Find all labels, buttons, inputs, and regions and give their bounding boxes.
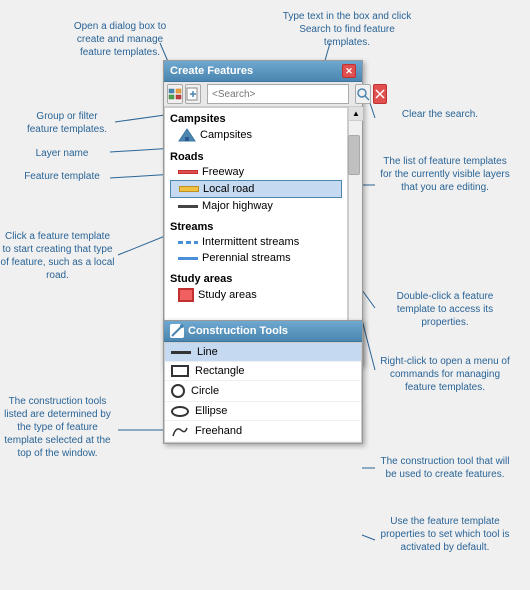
search-input[interactable] [207, 84, 349, 104]
perennial-icon [178, 257, 198, 260]
feature-item-freeway[interactable]: Freeway [170, 164, 342, 180]
local-road-icon [179, 186, 199, 192]
annotation-feature-list: The list of feature templates for the cu… [380, 155, 510, 194]
features-list-wrapper: Campsites Campsites Roads Freeway [164, 107, 362, 347]
features-list[interactable]: Campsites Campsites Roads Freeway [164, 107, 348, 347]
major-highway-icon [178, 205, 198, 208]
freehand-icon [171, 424, 189, 438]
layer-name-streams: Streams [170, 219, 342, 234]
construction-tools-list: Line Rectangle Circle Ellipse Freehand [164, 342, 362, 443]
ellipse-icon [171, 406, 189, 417]
freeway-icon [178, 170, 198, 174]
feature-item-campsites[interactable]: Campsites [170, 126, 342, 144]
construct-label-ellipse: Ellipse [195, 405, 227, 417]
layer-name-study-areas: Study areas [170, 271, 342, 286]
feature-label-major-highway: Major highway [202, 200, 273, 212]
clear-search-button[interactable] [373, 84, 387, 104]
annotation-use-feature: Use the feature template properties to s… [380, 515, 510, 554]
construction-tools-icon [170, 324, 184, 338]
feature-label-local-road: Local road [203, 183, 254, 195]
annotation-double-click: Double-click a feature template to acces… [380, 290, 510, 329]
study-area-icon [178, 288, 194, 302]
construct-label-line: Line [197, 346, 218, 358]
annotation-open-dialog: Open a dialog box to create and manage f… [60, 20, 180, 59]
feature-label-freeway: Freeway [202, 166, 244, 178]
annotation-clear-search: Clear the search. [380, 108, 500, 121]
feature-label-study-areas: Study areas [198, 289, 257, 301]
feature-item-local-road[interactable]: Local road [170, 180, 342, 198]
organize-button[interactable] [167, 84, 183, 104]
construct-item-ellipse[interactable]: Ellipse [165, 402, 361, 421]
construction-tools-titlebar: Construction Tools [164, 321, 362, 342]
layer-group-study-areas: Study areas Study areas [165, 268, 347, 306]
annotation-click-feature: Click a feature template to start creati… [0, 230, 115, 282]
panel-title: Create Features [170, 65, 253, 77]
layer-name-campsites: Campsites [170, 111, 342, 126]
feature-item-study-areas[interactable]: Study areas [170, 286, 342, 304]
layer-group-roads: Roads Freeway Local road Major highway [165, 146, 347, 216]
annotation-feature-template: Feature template [22, 170, 102, 183]
search-button[interactable] [355, 84, 371, 104]
circle-icon [171, 384, 185, 398]
construct-label-freehand: Freehand [195, 425, 242, 437]
features-scrollbar[interactable]: ▲ ▼ [348, 107, 362, 347]
feature-item-perennial[interactable]: Perennial streams [170, 250, 342, 266]
feature-item-major-highway[interactable]: Major highway [170, 198, 342, 214]
feature-label-campsites: Campsites [200, 129, 252, 141]
annotation-right-click: Right-click to open a menu of commands f… [380, 355, 510, 394]
layer-group-campsites: Campsites Campsites [165, 108, 347, 146]
feature-label-perennial: Perennial streams [202, 252, 291, 264]
intermittent-icon [178, 241, 198, 244]
panel-close-button[interactable]: ✕ [342, 64, 356, 78]
construct-item-line[interactable]: Line [165, 343, 361, 362]
tent-icon [178, 128, 196, 142]
construction-tools-panel: Construction Tools Line Rectangle Circle… [163, 320, 363, 444]
feature-item-intermittent[interactable]: Intermittent streams [170, 234, 342, 250]
annotation-layer-name: Layer name [22, 147, 102, 160]
construct-label-circle: Circle [191, 385, 219, 397]
panel-toolbar [164, 82, 362, 107]
construct-item-rectangle[interactable]: Rectangle [165, 362, 361, 381]
feature-label-intermittent: Intermittent streams [202, 236, 299, 248]
rectangle-icon [171, 365, 189, 377]
annotation-group-filter: Group or filter feature templates. [22, 110, 112, 136]
panel-titlebar: Create Features ✕ [164, 61, 362, 82]
layer-name-roads: Roads [170, 149, 342, 164]
construction-tools-title: Construction Tools [188, 325, 288, 337]
annotation-type-text: Type text in the box and click Search to… [282, 10, 412, 49]
annotation-construction-tool-desc: The construction tool that will be used … [380, 455, 510, 481]
scrollbar-thumb[interactable] [348, 135, 360, 175]
construct-item-freehand[interactable]: Freehand [165, 421, 361, 442]
layer-group-streams: Streams Intermittent streams Perennial s… [165, 216, 347, 268]
new-template-button[interactable] [185, 84, 201, 104]
scroll-up-button[interactable]: ▲ [349, 107, 363, 121]
construct-label-rectangle: Rectangle [195, 365, 245, 377]
construct-item-circle[interactable]: Circle [165, 381, 361, 402]
line-icon [171, 351, 191, 354]
annotation-construction-tools: The construction tools listed are determ… [0, 395, 115, 460]
